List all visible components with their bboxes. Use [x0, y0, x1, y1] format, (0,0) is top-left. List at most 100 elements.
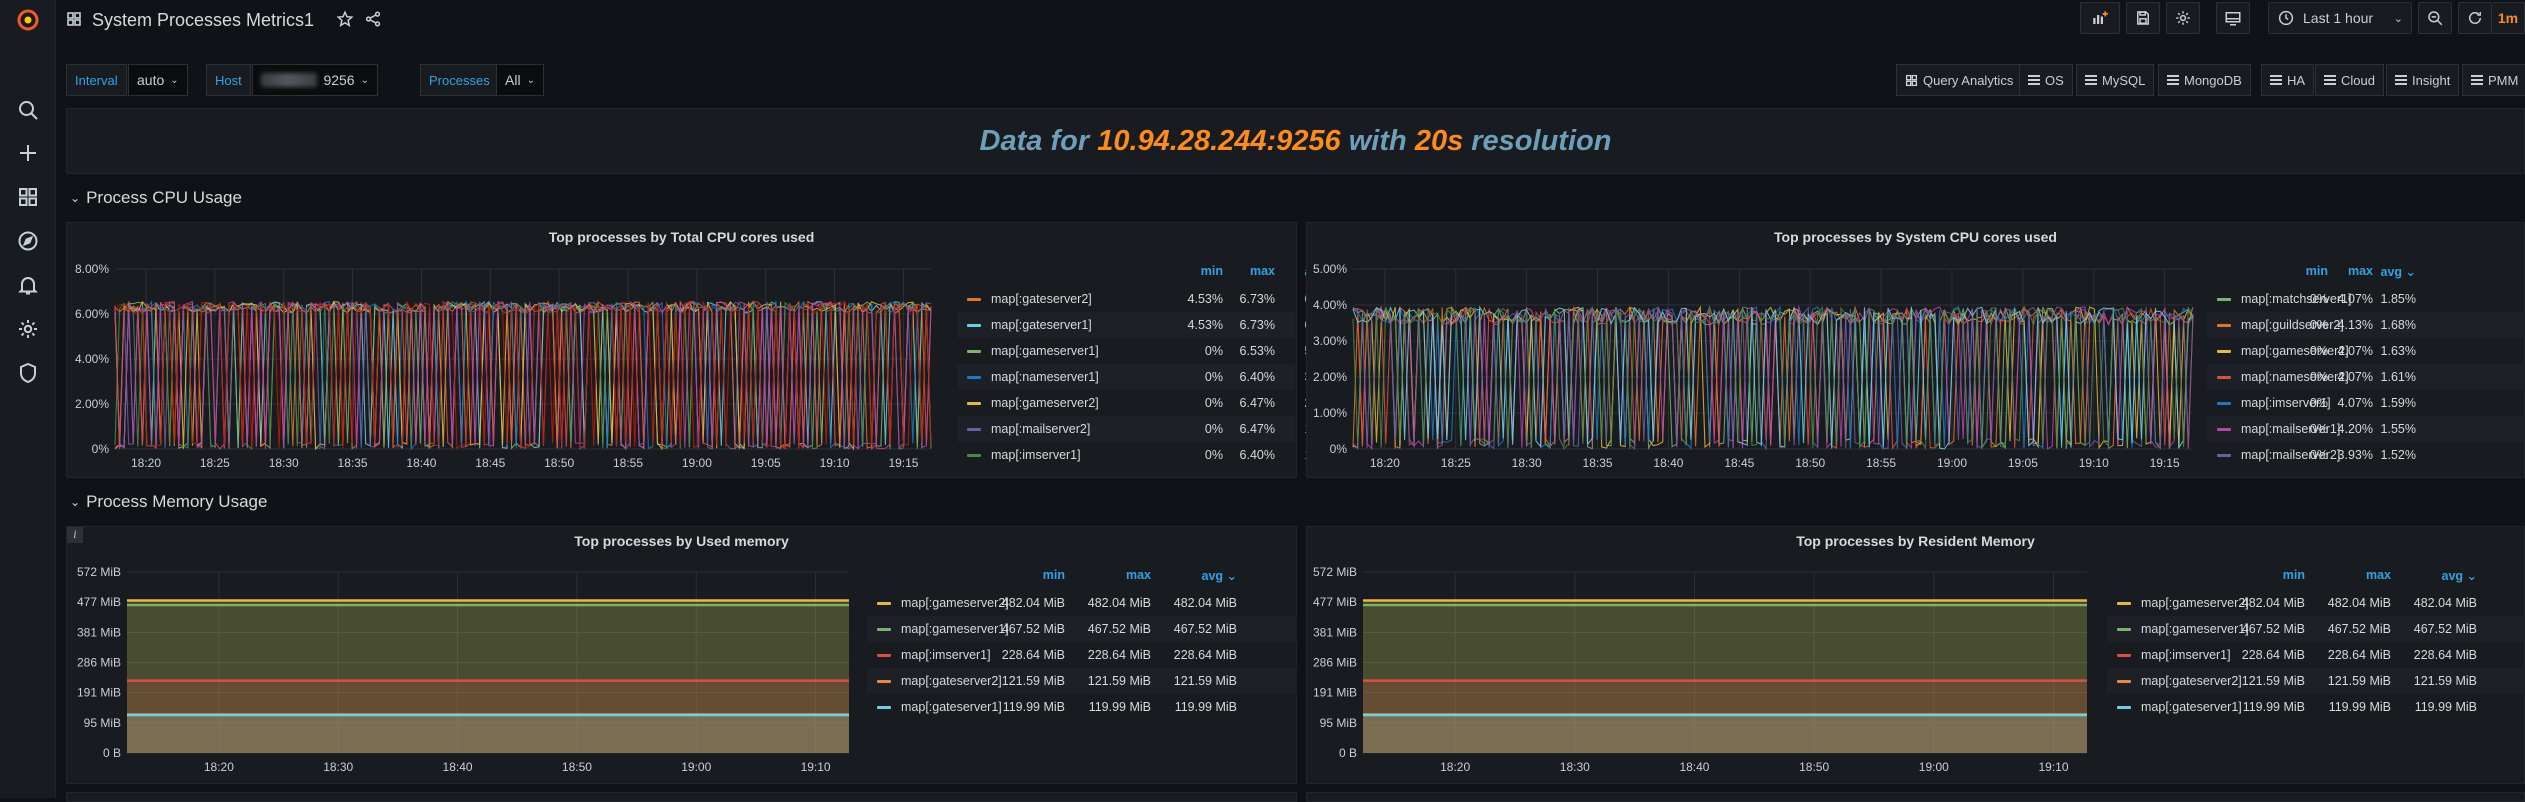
- link-pmm[interactable]: PMM: [2462, 64, 2525, 96]
- dashboards-icon[interactable]: [8, 177, 48, 217]
- host-select[interactable]: 9256 ⌄: [252, 64, 378, 96]
- legend-row[interactable]: map[:gameserver2] 482.04 MiB 482.04 MiB 482…: [867, 590, 1297, 616]
- y-tick-label: 286 MiB: [1313, 656, 1357, 670]
- legend-row[interactable]: map[:imserver1] 228.64 MiB 228.64 MiB 228.6…: [867, 642, 1297, 668]
- chevron-down-icon: ⌄: [70, 191, 81, 205]
- legend-row[interactable]: map[:gateserver2] 121.59 MiB 121.59 MiB 121…: [2107, 668, 2525, 694]
- legend-avg-value: 1.61%: [2380, 370, 2416, 384]
- legend-row[interactable]: map[:mailserver2] 0% 3.93% 1.52%: [2207, 442, 2525, 468]
- legend-header-max[interactable]: max: [1215, 264, 1275, 278]
- legend-header-max[interactable]: max: [2331, 568, 2391, 582]
- interval-value: auto: [137, 72, 165, 88]
- legend-row[interactable]: map[:gateserver2] 121.59 MiB 121.59 MiB 121…: [867, 668, 1297, 694]
- legend-row[interactable]: map[:matchserver1] 0% 4.07% 1.85%: [2207, 286, 2525, 312]
- series-swatch: [2217, 323, 2231, 327]
- legend-row[interactable]: map[:gameserver2]0%6.47%2.37%: [957, 390, 1340, 416]
- legend-row[interactable]: map[:gameserver1]0%6.53%5.22%: [957, 338, 1340, 364]
- legend-row[interactable]: map[:nameserver2] 0% 4.07% 1.61%: [2207, 364, 2525, 390]
- legend-row[interactable]: map[:gameserver1] 467.52 MiB 467.52 MiB 467…: [867, 616, 1297, 642]
- legend-header-avg[interactable]: avg ⌄: [2356, 264, 2417, 279]
- page-title[interactable]: System Processes Metrics1: [92, 10, 314, 31]
- share-icon[interactable]: [364, 10, 382, 31]
- search-icon[interactable]: [8, 90, 48, 130]
- y-tick-label: 2.00%: [75, 397, 109, 411]
- legend-row[interactable]: map[:gameserver2] 0% 4.07% 1.63%: [2207, 338, 2525, 364]
- interval-select[interactable]: auto ⌄: [128, 64, 188, 96]
- compass-icon[interactable]: [8, 221, 48, 261]
- legend-row[interactable]: map[:gameserver1] 467.52 MiB 467.52 MiB 467…: [2107, 616, 2525, 642]
- legend-header-avg[interactable]: avg ⌄: [2417, 568, 2478, 583]
- gear-icon[interactable]: [8, 309, 48, 349]
- row-process-memory[interactable]: ⌄ Process Memory Usage: [70, 492, 267, 512]
- top-bar: System Processes Metrics1 Last 1 hour ⌄ …: [56, 0, 2525, 40]
- refresh-interval-button[interactable]: 1m: [2492, 2, 2525, 34]
- legend-row[interactable]: map[:gateserver2]4.53%6.73%6.30%: [957, 286, 1340, 312]
- x-tick-label: 18:30: [1512, 456, 1542, 470]
- series-swatch: [2217, 427, 2231, 431]
- tv-mode-icon[interactable]: [2216, 2, 2250, 34]
- series-swatch: [967, 375, 981, 379]
- link-insight[interactable]: Insight: [2386, 64, 2460, 96]
- link-os[interactable]: OS: [2019, 64, 2073, 96]
- x-tick-label: 19:10: [2079, 456, 2109, 470]
- add-panel-button[interactable]: [2080, 2, 2120, 34]
- zoom-out-icon[interactable]: [2418, 2, 2452, 34]
- link-label: Cloud: [2341, 72, 2375, 88]
- save-icon[interactable]: [2126, 2, 2160, 34]
- x-tick-label: 18:20: [131, 456, 161, 470]
- legend: min max avg ⌄ map[:matchserver1] 0% 4.07% 1.85…: [2207, 223, 2525, 479]
- x-tick-label: 18:50: [562, 760, 592, 774]
- time-range-picker[interactable]: Last 1 hour ⌄: [2268, 2, 2412, 34]
- grafana-logo-icon[interactable]: [8, 0, 48, 40]
- plus-icon[interactable]: [8, 133, 48, 173]
- chevron-down-icon: ⌄: [2393, 12, 2403, 25]
- legend-header-max[interactable]: max: [1091, 568, 1151, 582]
- star-icon[interactable]: [336, 9, 354, 31]
- settings-gear-icon[interactable]: [2166, 2, 2200, 34]
- legend-row[interactable]: map[:nameserver1]0%6.40%3.01%: [957, 364, 1340, 390]
- legend-row[interactable]: map[:gateserver1] 119.99 MiB 119.99 MiB 119…: [2107, 694, 2525, 720]
- legend-header-min[interactable]: min: [1163, 264, 1223, 278]
- series-area: [1363, 715, 2087, 753]
- legend-row[interactable]: map[:imserver1] 0% 4.07% 1.59%: [2207, 390, 2525, 416]
- series-swatch: [2217, 453, 2231, 457]
- x-tick-label: 18:45: [475, 456, 505, 470]
- chevron-down-icon: ⌄: [360, 74, 369, 86]
- legend-row[interactable]: map[:gateserver1]4.53%6.73%6.29%: [957, 312, 1340, 338]
- legend-row[interactable]: map[:mailserver1] 0% 4.20% 1.55%: [2207, 416, 2525, 442]
- legend-row[interactable]: map[:gateserver1] 119.99 MiB 119.99 MiB 119…: [867, 694, 1297, 720]
- series-swatch: [2117, 705, 2131, 709]
- link-cloud[interactable]: Cloud: [2315, 64, 2384, 96]
- legend-row[interactable]: map[:mailserver2]0%6.47%1.95%: [957, 416, 1340, 442]
- banner-suffix: resolution: [1471, 124, 1612, 157]
- processes-label: Processes: [420, 64, 499, 96]
- legend-header-avg[interactable]: avg ⌄: [1177, 568, 1238, 583]
- legend-row[interactable]: map[:imserver1] 228.64 MiB 228.64 MiB 228.6…: [2107, 642, 2525, 668]
- y-tick-label: 477 MiB: [1313, 595, 1357, 609]
- clock-icon: [2278, 10, 2294, 26]
- bell-icon[interactable]: [8, 265, 48, 305]
- row-process-cpu[interactable]: ⌄ Process CPU Usage: [70, 188, 242, 208]
- link-query-analytics[interactable]: Query Analytics: [1896, 64, 2023, 96]
- x-tick-label: 18:40: [443, 760, 473, 774]
- refresh-icon[interactable]: [2458, 2, 2492, 34]
- variables-bar: Interval auto ⌄ Host 9256 ⌄ Processes Al…: [66, 64, 2525, 96]
- legend-row[interactable]: map[:gameserver2] 482.04 MiB 482.04 MiB 482…: [2107, 590, 2525, 616]
- link-mongodb[interactable]: MongoDB: [2158, 64, 2251, 96]
- legend-header-min[interactable]: min: [2245, 568, 2305, 582]
- series-swatch: [2217, 349, 2231, 353]
- legend-row[interactable]: map[:imserver1]0%6.40%1.88%: [957, 442, 1340, 468]
- sidebar: [0, 0, 56, 798]
- link-label: HA: [2287, 72, 2306, 88]
- chart-used-memory: 0 B 95 MiB 191 MiB 286 MiB 381 MiB 477 MiB 572…: [77, 565, 849, 774]
- legend-min-value: 121.59 MiB: [2241, 674, 2305, 688]
- shield-icon[interactable]: [8, 353, 48, 393]
- legend-header-min[interactable]: min: [1005, 568, 1065, 582]
- link-mysql[interactable]: MySQL: [2076, 64, 2155, 96]
- legend-row[interactable]: map[:guildserver2] 0% 4.13% 1.68%: [2207, 312, 2525, 338]
- processes-select[interactable]: All ⌄: [496, 64, 544, 96]
- banner-prefix: Data for: [979, 124, 1090, 157]
- series-area: [127, 715, 849, 753]
- x-tick-label: 18:55: [613, 456, 643, 470]
- link-ha[interactable]: HA: [2261, 64, 2315, 96]
